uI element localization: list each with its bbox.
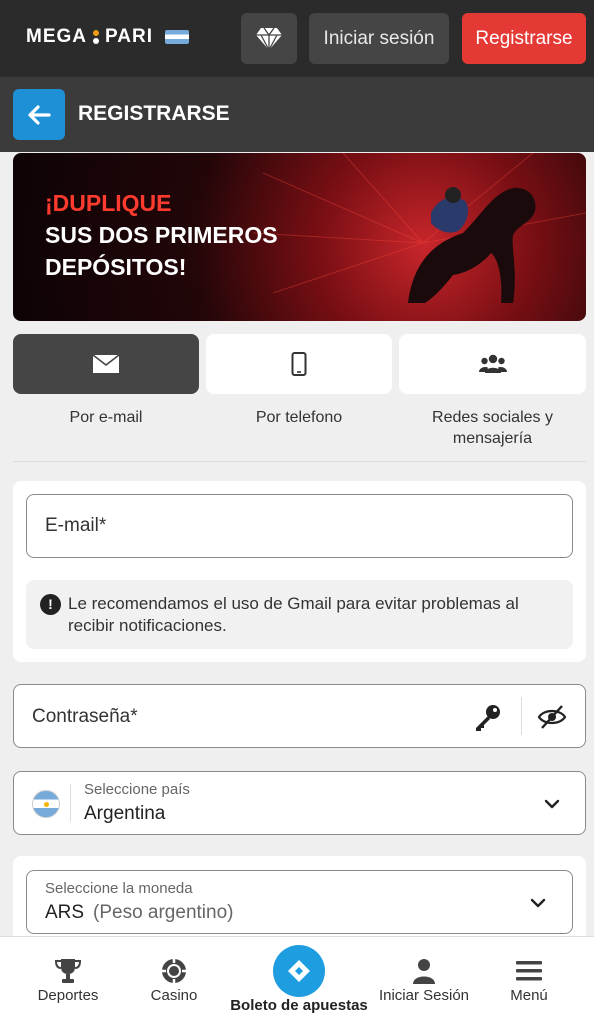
method-label-email: Por e-mail [69, 409, 143, 426]
users-icon [478, 354, 507, 373]
argentina-flag-icon [32, 790, 60, 818]
country-select[interactable]: Seleccione país Argentina [13, 771, 586, 835]
banner-line-2: SUS DOS PRIMEROS [45, 222, 278, 248]
nav-label-sports: Deportes [37, 987, 99, 1004]
page-title: REGISTRARSE [78, 102, 230, 125]
email-field[interactable]: E-mail* [26, 494, 573, 558]
chevron-down-icon [530, 898, 546, 908]
smartphone-icon [291, 352, 307, 376]
menu-icon [516, 961, 542, 981]
nav-item-sports[interactable]: Deportes [28, 937, 108, 1024]
nav-item-login[interactable]: Iniciar Sesión [374, 937, 474, 1024]
page-header: REGISTRARSE [0, 77, 594, 152]
country-value: Argentina [84, 803, 166, 824]
nav-label-casino: Casino [150, 987, 198, 1004]
country-separator [70, 784, 71, 822]
casino-chip-icon [162, 959, 186, 983]
key-icon[interactable] [473, 702, 503, 732]
trophy-icon [54, 959, 82, 983]
megapari-logo[interactable]: MEGA PARI [26, 26, 189, 48]
email-section: E-mail* ! Le recomendamos el uso de Gmai… [13, 481, 586, 662]
vip-diamond-button[interactable] [241, 13, 297, 64]
gmail-notice-text: Le recomendamos el uso de Gmail para evi… [68, 594, 519, 635]
banner-line-1: ¡DUPLIQUE [45, 190, 172, 216]
password-placeholder: Contraseña* [32, 706, 138, 727]
nav-label-login: Iniciar Sesión [378, 987, 470, 1004]
currency-caption: Seleccione la moneda [45, 880, 193, 897]
logo-text-mega: MEGA [26, 26, 87, 47]
section-divider [13, 461, 586, 462]
argentina-flag-icon [164, 30, 189, 44]
method-tab-phone[interactable] [206, 334, 392, 394]
register-button[interactable]: Registrarse [462, 13, 586, 64]
login-button[interactable]: Iniciar sesión [309, 13, 449, 64]
method-label-social: Redes sociales y mensajería [432, 409, 553, 447]
country-caption: Seleccione país [84, 781, 190, 798]
method-tab-email[interactable] [13, 334, 199, 394]
nav-label-betslip: Boleto de apuestas [230, 997, 368, 1014]
exclamation-icon: ! [40, 594, 61, 615]
logo-text-pari: PARI [105, 26, 153, 47]
envelope-icon [92, 354, 120, 373]
password-field[interactable]: Contraseña* [13, 684, 586, 748]
diamond-icon [256, 27, 282, 50]
logo-dots [93, 30, 99, 44]
nav-item-menu[interactable]: Menú [494, 937, 564, 1024]
promo-banner[interactable]: ¡DUPLIQUE SUS DOS PRIMEROS DEPÓSITOS! [13, 153, 586, 321]
currency-section: Seleccione la moneda ARS (Peso argentino… [13, 856, 586, 936]
method-tab-social[interactable] [399, 334, 586, 394]
top-bar: MEGA PARI Iniciar sesión Registrarse [0, 0, 594, 77]
gmail-notice: ! Le recomendamos el uso de Gmail para e… [26, 580, 573, 649]
user-icon [413, 959, 435, 984]
nav-item-casino[interactable]: Casino [134, 937, 214, 1024]
email-placeholder: E-mail* [45, 515, 107, 536]
arrow-left-icon [28, 104, 51, 125]
currency-name: (Peso argentino) [93, 902, 234, 923]
back-button[interactable] [13, 89, 65, 140]
nav-item-betslip[interactable] [273, 945, 325, 997]
eye-hidden-icon[interactable] [537, 703, 567, 731]
banner-headline: ¡DUPLIQUE SUS DOS PRIMEROS DEPÓSITOS! [45, 187, 278, 283]
banner-line-3: DEPÓSITOS! [45, 254, 187, 280]
currency-select[interactable]: Seleccione la moneda ARS (Peso argentino… [26, 870, 573, 934]
currency-code: ARS [45, 902, 85, 923]
password-separator [521, 697, 522, 735]
ticket-icon [288, 960, 310, 982]
method-label-phone: Por telefono [255, 409, 343, 426]
nav-label-menu: Menú [510, 987, 548, 1004]
chevron-down-icon [544, 799, 560, 809]
bottom-navigation: Deportes Casino Boleto de apuestas Inici… [0, 936, 594, 1024]
